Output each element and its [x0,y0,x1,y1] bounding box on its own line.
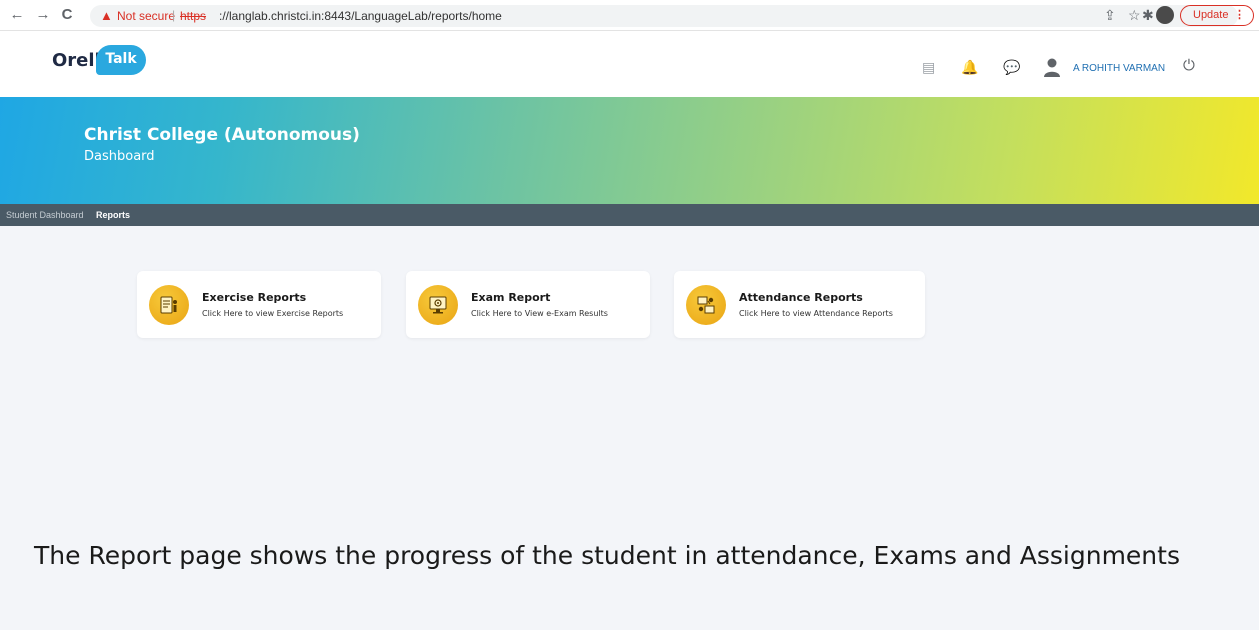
nav-item-student-dashboard[interactable]: Student Dashboard [6,209,84,221]
attendance-report-icon [686,285,726,325]
card-description: Click Here to view Exercise Reports [202,309,344,318]
url-scheme: https [180,9,207,23]
url-separator: | [172,8,176,22]
reload-icon[interactable]: C [58,6,76,24]
user-name[interactable]: A ROHITH VARMAN [1073,63,1165,75]
browser-profile-avatar[interactable] [1156,6,1174,24]
caption-text: The Report page shows the progress of th… [34,541,1180,570]
logo-talk-bubble[interactable]: Talk [96,45,146,75]
not-secure-label[interactable]: Not secure [117,9,175,23]
exam-report-icon [418,285,458,325]
menu-dots-icon: ⋮ [1234,9,1245,21]
nav-item-reports[interactable]: Reports [96,209,130,221]
card-description: Click Here to View e-Exam Results [471,309,608,318]
share-icon[interactable]: ⇪ [1104,7,1116,23]
update-button[interactable]: Update ⋮ [1180,5,1254,26]
bookmark-star-icon[interactable]: ☆ [1128,7,1141,23]
chat-icon[interactable]: 💬 [1003,59,1020,75]
breadcrumb-nav: Student Dashboard Reports [0,204,1259,226]
bell-icon[interactable]: 🔔 [961,59,978,75]
card-description: Click Here to view Attendance Reports [739,309,893,318]
exercise-reports-card[interactable]: Exercise Reports Click Here to view Exer… [137,271,381,338]
attendance-reports-card[interactable]: Attendance Reports Click Here to view At… [674,271,925,338]
card-title: Exam Report [471,291,551,304]
card-title: Attendance Reports [739,291,863,304]
update-button-label: Update [1193,9,1229,21]
url-text: ://langlab.christci.in:8443/LanguageLab/… [219,9,502,23]
logo-orell-text[interactable]: Orell [52,50,101,71]
exercise-report-icon [149,285,189,325]
app-header: Orell Talk ▤ 🔔 💬 A ROHITH VARMAN ⏻ [0,31,1259,97]
forward-arrow-icon[interactable]: → [34,6,52,24]
college-name: Christ College (Autonomous) [84,125,360,145]
dashboard-banner: Christ College (Autonomous) Dashboard [0,97,1259,204]
browser-toolbar: ← → C ▲ Not secure | https ://langlab.ch… [0,0,1259,31]
book-icon[interactable]: ▤ [922,59,935,75]
card-title: Exercise Reports [202,291,307,304]
page-subtitle: Dashboard [84,149,155,164]
address-bar[interactable]: ▲ Not secure | https ://langlab.christci… [90,5,1238,27]
back-arrow-icon[interactable]: ← [8,6,26,24]
user-avatar-icon[interactable] [1043,57,1061,77]
power-logout-icon[interactable]: ⏻ [1183,58,1195,74]
warning-triangle-icon: ▲ [100,8,113,23]
exam-report-card[interactable]: Exam Report Click Here to View e-Exam Re… [406,271,650,338]
extensions-puzzle-icon[interactable]: ✱ [1142,7,1154,23]
